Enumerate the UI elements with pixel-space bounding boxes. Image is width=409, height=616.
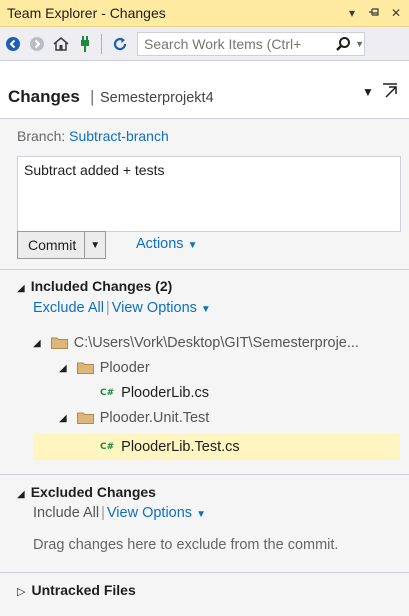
view-options-chevron-icon[interactable]: ▼ bbox=[196, 509, 206, 520]
excluded-changes-title[interactable]: Excluded Changes bbox=[31, 484, 156, 500]
included-changes-title[interactable]: Included Changes (2) bbox=[31, 278, 173, 294]
view-options-chevron-icon[interactable]: ▼ bbox=[201, 304, 211, 315]
commit-message-input[interactable]: Subtract added + tests bbox=[17, 156, 401, 232]
included-changes-header[interactable]: ◢ Included Changes (2) bbox=[17, 278, 172, 294]
search-input[interactable] bbox=[138, 34, 332, 53]
window-title-bar: Team Explorer - Changes ▾ ✕ bbox=[0, 0, 409, 27]
file-label: PlooderLib.Test.cs bbox=[121, 439, 240, 455]
folder-icon bbox=[50, 337, 68, 349]
include-all-link[interactable]: Include All bbox=[33, 505, 99, 521]
root-path-label: C:\Users\Vork\Desktop\GIT\Semesterproje.… bbox=[73, 335, 359, 351]
close-icon[interactable]: ✕ bbox=[387, 6, 405, 20]
section-divider bbox=[0, 474, 409, 475]
page-header: Changes | Semesterprojekt4 ▼ bbox=[0, 61, 409, 119]
expand-triangle-icon[interactable]: ◢ bbox=[33, 338, 41, 349]
view-options-link[interactable]: View Options bbox=[107, 505, 192, 521]
navigate-to-page-icon[interactable] bbox=[381, 82, 399, 103]
connect-icon[interactable] bbox=[74, 33, 96, 55]
branch-label: Branch: bbox=[17, 128, 66, 144]
page-dropdown-icon[interactable]: ▼ bbox=[362, 85, 374, 99]
dropdown-arrow-icon[interactable]: ▾ bbox=[343, 6, 361, 20]
exclude-all-link[interactable]: Exclude All bbox=[33, 300, 104, 316]
pin-icon[interactable] bbox=[365, 6, 383, 20]
commit-button[interactable]: Commit ▼ bbox=[17, 231, 107, 259]
project-name: Semesterprojekt4 bbox=[100, 90, 214, 106]
included-changes-links: Exclude All | View Options ▼ bbox=[33, 300, 211, 316]
section-divider bbox=[0, 572, 409, 573]
exclude-hint-text: Drag changes here to exclude from the co… bbox=[33, 537, 339, 553]
collapse-triangle-icon[interactable]: ◢ bbox=[17, 283, 25, 294]
branch-line: Branch: Subtract-branch bbox=[17, 128, 169, 144]
commit-dropdown-icon[interactable]: ▼ bbox=[85, 240, 105, 251]
title-separator: | bbox=[90, 87, 95, 106]
actions-label[interactable]: Actions bbox=[136, 236, 184, 252]
home-icon[interactable] bbox=[50, 33, 72, 55]
search-icon[interactable] bbox=[331, 36, 355, 52]
search-options-chevron-icon[interactable]: ▼ bbox=[355, 39, 364, 49]
untracked-files-title[interactable]: Untracked Files bbox=[31, 582, 135, 598]
view-options-link[interactable]: View Options bbox=[112, 300, 197, 316]
branch-link[interactable]: Subtract-branch bbox=[69, 128, 169, 144]
tree-row-root[interactable]: ◢ C:\Users\Vork\Desktop\GIT\Semesterproj… bbox=[33, 331, 359, 355]
folder-icon bbox=[76, 362, 94, 374]
folder-label: Plooder.Unit.Test bbox=[99, 410, 210, 426]
file-label: PlooderLib.cs bbox=[121, 385, 210, 401]
folder-label: Plooder bbox=[99, 360, 150, 376]
expand-triangle-icon[interactable]: ◢ bbox=[59, 413, 67, 424]
expand-triangle-icon[interactable]: ◢ bbox=[59, 363, 67, 374]
tree-row-folder[interactable]: ◢ Plooder.Unit.Test bbox=[59, 406, 209, 430]
link-separator: | bbox=[101, 505, 105, 521]
excluded-changes-header[interactable]: ◢ Excluded Changes bbox=[17, 484, 156, 500]
search-box[interactable]: ▼ bbox=[137, 31, 365, 56]
csharp-file-icon: C# bbox=[100, 388, 115, 398]
section-divider bbox=[0, 269, 409, 270]
expand-triangle-icon[interactable]: ▷ bbox=[17, 586, 25, 598]
link-separator: | bbox=[105, 300, 110, 316]
forward-icon[interactable] bbox=[26, 33, 48, 55]
page-title: Changes bbox=[8, 87, 80, 106]
tree-row-file-selected[interactable]: C# PlooderLib.Test.cs bbox=[33, 434, 400, 460]
collapse-triangle-icon[interactable]: ◢ bbox=[17, 489, 25, 500]
toolbar-separator bbox=[101, 33, 102, 54]
toolbar: ▼ bbox=[0, 27, 409, 61]
actions-menu[interactable]: Actions ▼ bbox=[136, 236, 198, 252]
back-icon[interactable] bbox=[2, 33, 24, 55]
commit-button-label[interactable]: Commit bbox=[18, 232, 86, 258]
actions-chevron-icon[interactable]: ▼ bbox=[188, 240, 198, 251]
tree-row-file[interactable]: C# PlooderLib.cs bbox=[100, 381, 209, 405]
folder-icon bbox=[76, 412, 94, 424]
window-title: Team Explorer - Changes bbox=[7, 5, 166, 21]
refresh-icon[interactable] bbox=[109, 33, 131, 55]
excluded-changes-links: Include All | View Options ▼ bbox=[33, 505, 206, 521]
tree-row-folder[interactable]: ◢ Plooder bbox=[59, 356, 150, 380]
untracked-files-header[interactable]: ▷ Untracked Files bbox=[17, 582, 136, 598]
csharp-file-icon: C# bbox=[100, 442, 115, 452]
